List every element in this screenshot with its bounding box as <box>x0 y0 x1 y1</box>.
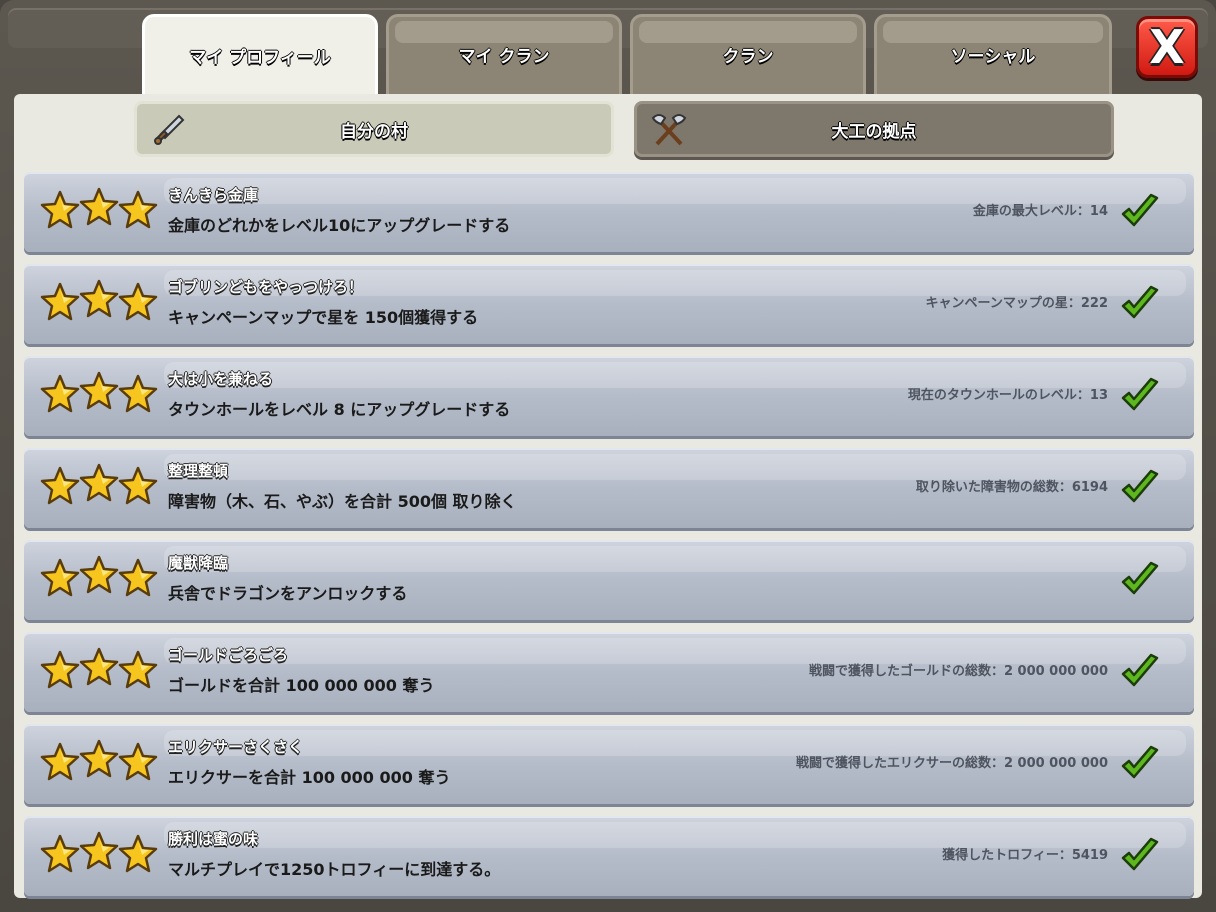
checkmark-icon <box>1120 468 1160 508</box>
star-rating <box>40 647 160 694</box>
star-icon <box>118 834 158 874</box>
achievement-progress: 金庫の最大レベル：14 <box>972 204 1108 219</box>
tab-label: マイ プロフィール <box>189 48 331 68</box>
star-icon <box>79 279 119 319</box>
tab-my-profile[interactable]: マイ プロフィール <box>142 14 378 98</box>
star-rating <box>40 739 160 786</box>
star-rating <box>40 831 160 878</box>
achievement-row: 勝利は蜜の味マルチプレイで1250トロフィーに到達する。 獲得したトロフィー：54… <box>24 816 1194 896</box>
star-icon <box>79 647 119 687</box>
subtab-home-village[interactable]: 自分の村 <box>134 101 614 157</box>
achievement-title: ゴールドごろごろ <box>168 646 289 664</box>
tab-social[interactable]: ソーシャル <box>874 14 1112 96</box>
star-icon <box>40 650 80 690</box>
achievement-progress: 戦闘で獲得したゴールドの総数：2 000 000 000 <box>808 664 1108 679</box>
checkmark-icon <box>1120 376 1160 416</box>
star-icon <box>40 282 80 322</box>
achievement-title: 大は小を兼ねる <box>168 370 274 388</box>
achievement-title: 整理整頓 <box>168 462 229 480</box>
achievement-progress: 現在のタウンホールのレベル：13 <box>907 388 1108 403</box>
subtab-builder-base[interactable]: 大工の拠点 <box>634 101 1114 157</box>
achievement-row: エリクサーさくさくエリクサーを合計 100 000 000 奪う 戦闘で獲得したエ… <box>24 724 1194 804</box>
star-icon <box>118 742 158 782</box>
star-icon <box>79 555 119 595</box>
star-rating <box>40 555 160 602</box>
subtab-label: 自分の村 <box>340 121 408 142</box>
star-icon <box>118 190 158 230</box>
achievement-progress: 獲得したトロフィー：5419 <box>942 848 1108 863</box>
star-rating <box>40 463 160 510</box>
tab-label: ソーシャル <box>950 47 1036 67</box>
star-icon <box>40 558 80 598</box>
achievement-row: ゴブリンどもをやっつけろ！ キャンペーンマップで星を 150個獲得する キャンペーン… <box>24 264 1194 344</box>
achievement-title: 魔獣降臨 <box>168 554 229 572</box>
checkmark-icon <box>1120 652 1160 692</box>
star-icon <box>118 650 158 690</box>
star-rating <box>40 371 160 418</box>
star-icon <box>40 374 80 414</box>
achievement-progress: 取り除いた障害物の総数：6194 <box>915 480 1108 495</box>
close-icon: X <box>1149 20 1185 74</box>
achievement-description: キャンペーンマップで星を 150個獲得する <box>168 308 479 327</box>
achievement-row: ゴールドごろごろゴールドを合計 100 000 000 奪う 戦闘で獲得したゴール… <box>24 632 1194 712</box>
achievement-row: 整理整頓障害物（木、石、やぶ）を合計 500個 取り除く 取り除いた障害物の総数：… <box>24 448 1194 528</box>
checkmark-icon <box>1120 192 1160 232</box>
achievement-progress: キャンペーンマップの星：222 <box>925 296 1109 311</box>
star-icon <box>118 282 158 322</box>
subtab-label: 大工の拠点 <box>831 121 917 142</box>
achievement-description: ゴールドを合計 100 000 000 奪う <box>168 676 435 695</box>
star-icon <box>40 834 80 874</box>
achievement-row: 魔獣降臨兵舎でドラゴンをアンロックする <box>24 540 1194 620</box>
star-icon <box>40 742 80 782</box>
achievement-progress: 戦闘で獲得したエリクサーの総数：2 000 000 000 <box>795 756 1108 771</box>
tab-label: クラン <box>722 47 774 67</box>
achievement-description: 兵舎でドラゴンをアンロックする <box>168 584 408 603</box>
star-icon <box>118 466 158 506</box>
achievement-title: ゴブリンどもをやっつけろ！ <box>168 278 364 296</box>
star-icon <box>118 558 158 598</box>
checkmark-icon <box>1120 744 1160 784</box>
sword-icon <box>154 114 185 145</box>
star-icon <box>79 371 119 411</box>
window-frame: マイ プロフィール マイ クラン クラン ソーシャル X 自分の村 大工の拠点 … <box>0 0 1216 912</box>
tab-my-clan[interactable]: マイ クラン <box>386 14 622 96</box>
tab-label: マイ クラン <box>458 47 550 67</box>
star-icon <box>118 374 158 414</box>
crossed-axes-icon <box>651 114 687 146</box>
star-icon <box>40 466 80 506</box>
star-rating <box>40 187 160 234</box>
tab-clan[interactable]: クラン <box>630 14 866 96</box>
checkmark-icon <box>1120 836 1160 876</box>
checkmark-icon <box>1120 284 1160 324</box>
star-icon <box>79 187 119 227</box>
checkmark-icon <box>1120 560 1160 600</box>
achievement-title: 勝利は蜜の味 <box>168 830 259 848</box>
star-icon <box>40 190 80 230</box>
achievement-description: エリクサーを合計 100 000 000 奪う <box>168 768 451 787</box>
star-rating <box>40 279 160 326</box>
star-icon <box>79 831 119 871</box>
close-button[interactable]: X <box>1136 16 1198 78</box>
achievement-description: 金庫のどれかをレベル10にアップグレードする <box>168 216 511 235</box>
achievement-title: きんきら金庫 <box>168 186 259 204</box>
star-icon <box>79 463 119 503</box>
achievement-description: タウンホールをレベル 8 にアップグレードする <box>168 400 511 419</box>
achievement-row: 大は小を兼ねるタウンホールをレベル 8 にアップグレードする 現在のタウンホールの… <box>24 356 1194 436</box>
achievement-description: マルチプレイで1250トロフィーに到達する。 <box>168 860 501 879</box>
achievement-description: 障害物（木、石、やぶ）を合計 500個 取り除く <box>168 492 517 511</box>
achievement-title: エリクサーさくさく <box>168 738 304 756</box>
achievement-row: きんきら金庫金庫のどれかをレベル10にアップグレードする 金庫の最大レベル：14 <box>24 172 1194 252</box>
star-icon <box>79 739 119 779</box>
